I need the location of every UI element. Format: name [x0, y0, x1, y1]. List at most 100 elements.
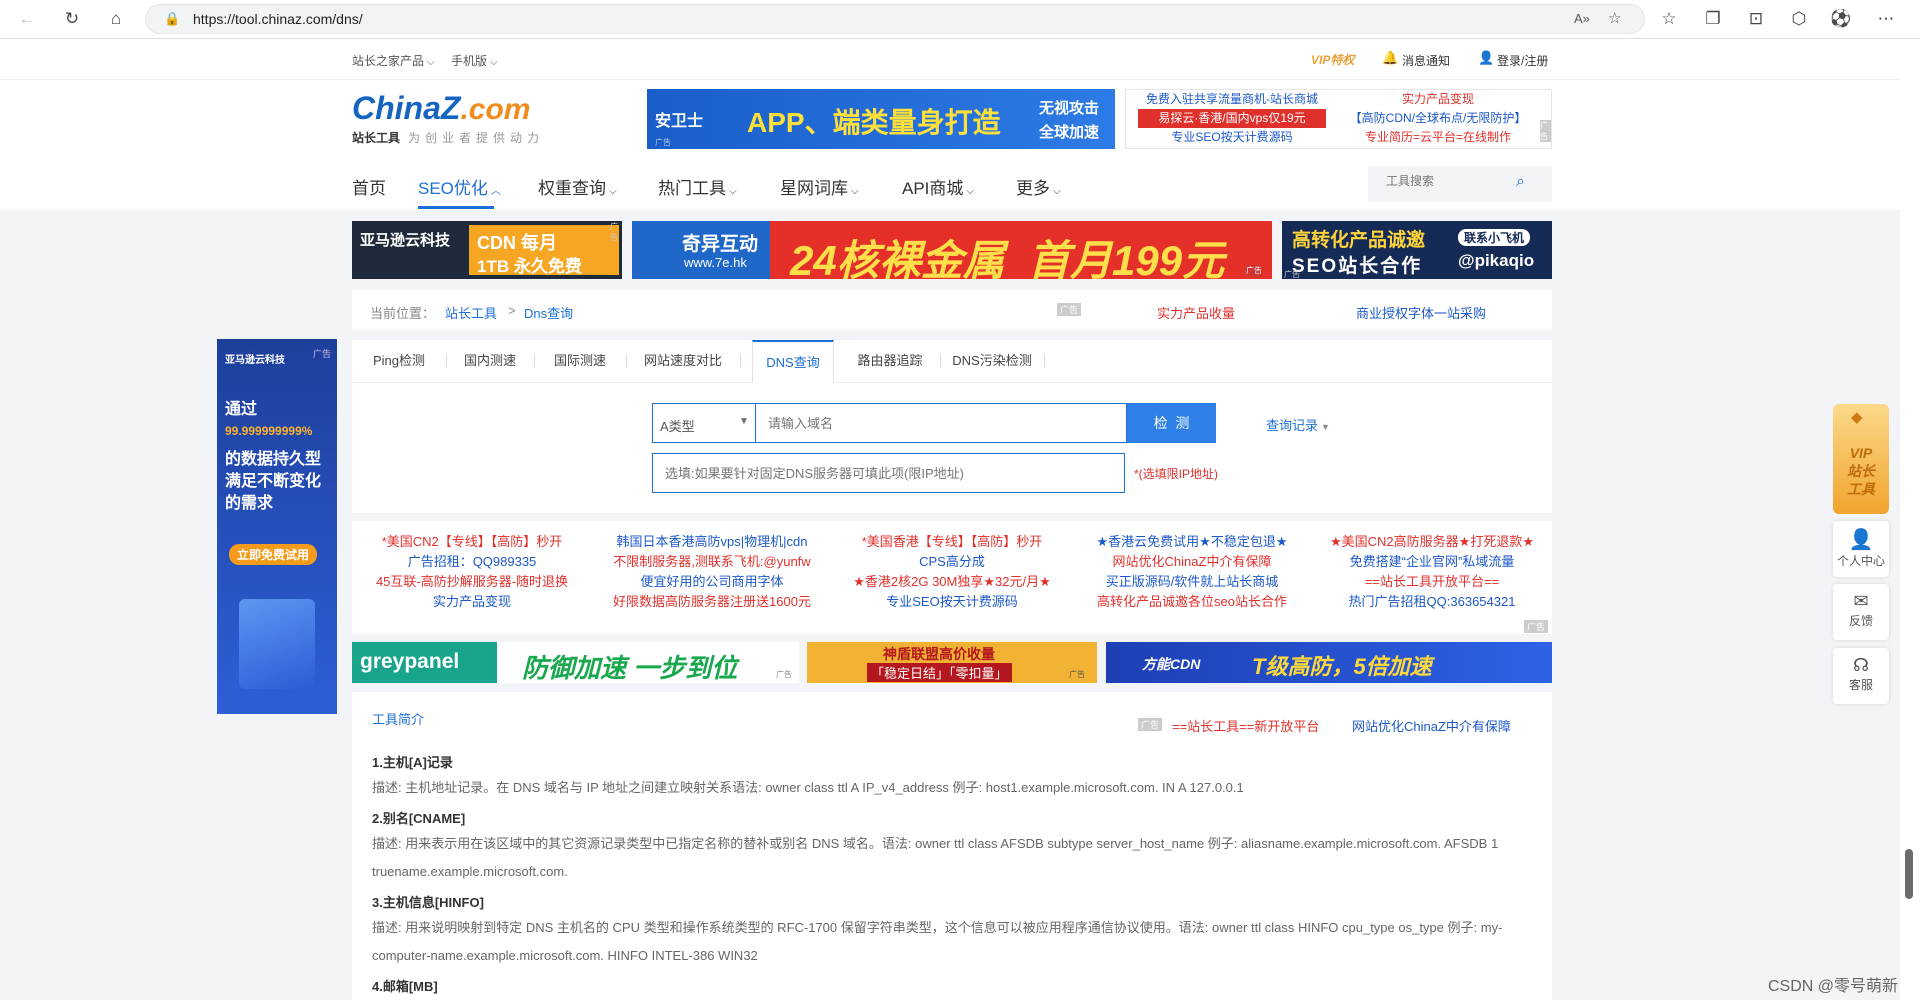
side-ad[interactable]: 亚马逊云科技 广告 通过 99.999999999% 的数据持久型 满足不断变化…	[217, 339, 337, 714]
screenshot-icon[interactable]: ⊡	[1745, 8, 1767, 30]
ad-label: 广告	[1246, 265, 1262, 276]
banner-7e[interactable]: 奇异互动 www.7e.hk 24核裸金属 首月199元 广告	[632, 221, 1272, 279]
text-ad-link[interactable]: 实力产品变现	[352, 592, 592, 612]
nav-words[interactable]: 星网词库 ⌵	[780, 174, 859, 199]
tab-dns-pollution[interactable]: DNS污染检测	[940, 340, 1044, 382]
banner-line2: 「稳定日结」「零扣量」	[867, 663, 1012, 682]
history-link[interactable]: 查询记录 ▼	[1266, 415, 1330, 434]
text-ad-link[interactable]: 高转化产品诚邀各位seo站长合作	[1072, 592, 1312, 612]
nav-weight[interactable]: 权重查询 ⌵	[538, 174, 617, 199]
text-ad-link[interactable]: 实力产品变现	[1338, 90, 1538, 109]
vip-badge[interactable]: ◆ VIP 站长 工具	[1833, 404, 1889, 514]
vip-link[interactable]: VIP特权	[1311, 51, 1354, 68]
nav-api[interactable]: API商城 ⌵	[902, 174, 974, 199]
read-aloud-icon[interactable]: A»	[1574, 11, 1590, 26]
banner-shendun[interactable]: 神盾联盟高价收量 「稳定日结」「零扣量」 广告	[807, 642, 1097, 683]
text-ad-link[interactable]: 不限制服务器,测联系飞机:@yunfw	[592, 552, 832, 572]
chevron-down-icon: ⌵	[851, 186, 859, 197]
text-ad-link[interactable]: ==站长工具开放平台==	[1312, 572, 1552, 592]
tab-traceroute[interactable]: 路由器追踪	[840, 340, 940, 382]
dns-server-input[interactable]	[652, 453, 1125, 493]
ad-label: 广告	[1524, 620, 1549, 633]
back-icon[interactable]: ←	[16, 8, 38, 30]
user-center-button[interactable]: 👤 个人中心	[1833, 521, 1889, 577]
service-label: 客服	[1848, 678, 1873, 692]
text-ad-link[interactable]: 专业简历=云平台=在线制作	[1338, 128, 1538, 147]
breadcrumb-home[interactable]: 站长工具	[445, 303, 497, 322]
text-ad-link[interactable]: 专业SEO按天计费源码	[1126, 128, 1338, 147]
record-type-select[interactable]: A类型 ▼	[652, 403, 756, 443]
domain-input[interactable]	[755, 403, 1127, 443]
extension-icon[interactable]: ⬡	[1788, 8, 1810, 30]
products-menu[interactable]: 站长之家产品 ⌵	[352, 52, 435, 69]
tab-ping[interactable]: Ping检测	[352, 340, 446, 382]
text-ad-link[interactable]: 网站优化ChinaZ中介有保障	[1072, 552, 1312, 572]
collections-icon[interactable]: ❐	[1702, 8, 1724, 30]
more-icon[interactable]: ⋯	[1875, 8, 1897, 30]
text-ad-link[interactable]: 专业SEO按天计费源码	[832, 592, 1072, 612]
intro-ad-link[interactable]: ==站长工具==新开放平台	[1172, 716, 1319, 735]
notify-link[interactable]: 消息通知	[1402, 52, 1450, 69]
breadcrumb-current[interactable]: Dns查询	[524, 303, 573, 322]
tab-speed-compare[interactable]: 网站速度对比	[626, 340, 740, 382]
breadcrumb-ad-link[interactable]: 实力产品收量	[1157, 303, 1235, 322]
text-ad-link[interactable]: 45互联-高防抄解服务器-随时退换	[352, 572, 592, 592]
mobile-label: 手机版	[451, 54, 488, 68]
banner-fn-cdn[interactable]: 方能CDN T级高防，5倍加速	[1106, 642, 1552, 683]
text-ad-link[interactable]: *美国香港【专线】【高防】秒开	[832, 532, 1072, 552]
ad-label: 广告	[313, 349, 332, 359]
logo-sub: 站长工具	[352, 131, 401, 145]
reload-icon[interactable]: ↻	[61, 8, 83, 30]
text-ad-link[interactable]: 广告招租：QQ989335	[352, 552, 592, 572]
site-logo[interactable]: ChinaZ.com 站长工具 为创业者提供动力	[352, 90, 544, 146]
text-ad-link[interactable]: *美国CN2【专线】【高防】秒开	[352, 532, 592, 552]
side-ad-cta[interactable]: 立即免费试用	[229, 544, 318, 565]
search-icon[interactable]: ⌕	[1516, 173, 1525, 191]
text-ad-link[interactable]: 免费搭建“企业官网”私域流量	[1312, 552, 1552, 572]
favorites-icon[interactable]: ☆	[1658, 8, 1680, 30]
header-ad-banner[interactable]: 安卫士 APP、端类量身打造 无视攻击 全球加速 广告	[647, 89, 1115, 149]
login-link[interactable]: 登录/注册	[1497, 52, 1548, 69]
add-favorite-icon[interactable]: ☆	[1608, 9, 1621, 27]
text-ad-link[interactable]: 好限数据高防服务器注册送1600元	[592, 592, 832, 612]
breadcrumb-label: 当前位置：	[370, 306, 436, 321]
page-scrollbar[interactable]	[1900, 39, 1920, 1000]
text-ad-link[interactable]: 韩国日本香港高防vps|物理机|cdn	[592, 532, 832, 552]
banner-line2: SEO站长合作	[1292, 256, 1423, 277]
text-ad-link[interactable]: 免费入驻共享流量商机-站长商城	[1126, 90, 1338, 109]
banner-amazon[interactable]: 亚马逊云科技 CDN 每月 1TB 永久免费 广告	[352, 221, 622, 279]
nav-more[interactable]: 更多 ⌵	[1016, 174, 1061, 199]
check-button[interactable]: 检 测	[1127, 403, 1216, 443]
url-text[interactable]: https://tool.chinaz.com/dns/	[193, 11, 363, 27]
tab-dns[interactable]: DNS查询	[752, 340, 834, 383]
text-ad-link[interactable]: 便宜好用的公司商用字体	[592, 572, 832, 592]
home-icon[interactable]: ⌂	[105, 8, 127, 30]
tab-domestic-speed[interactable]: 国内测速	[446, 340, 534, 382]
text-ad-link[interactable]: ★美国CN2高防服务器★打死退款★	[1312, 532, 1552, 552]
ad-label: 广告	[776, 670, 792, 679]
nav-home[interactable]: 首页	[352, 174, 386, 199]
text-ad-link[interactable]: 热门广告招租QQ:363654321	[1312, 592, 1552, 612]
service-button[interactable]: ☊ 客服	[1833, 648, 1889, 704]
text-ad-link[interactable]: ★香港2核2G 30M独享★32元/月★	[832, 572, 1072, 592]
breadcrumb: 当前位置： 站长工具 > Dns查询 广告 实力产品收量 商业授权字体一站采购	[352, 290, 1552, 330]
intro-ad-link[interactable]: 网站优化ChinaZ中介有保障	[1352, 716, 1511, 735]
profile-icon[interactable]: ⚽	[1830, 8, 1852, 30]
nav-hot-tools[interactable]: 热门工具 ⌵	[658, 174, 737, 199]
header-ad-tag2: 全球加速	[1039, 124, 1100, 141]
text-ad-link[interactable]: ★香港云免费试用★不稳定包退★	[1072, 532, 1312, 552]
feedback-button[interactable]: ✉ 反馈	[1833, 584, 1889, 640]
address-bar[interactable]: 🔒 https://tool.chinaz.com/dns/ A» ☆	[145, 4, 1645, 34]
nav-seo[interactable]: SEO优化 ︿	[418, 174, 501, 199]
tool-search-input[interactable]	[1386, 174, 1506, 188]
tab-international-speed[interactable]: 国际测速	[534, 340, 626, 382]
mobile-menu[interactable]: 手机版 ⌵	[451, 52, 498, 69]
text-ad-link[interactable]: 【高防CDN/全球布点/无限防护】	[1338, 109, 1538, 128]
banner-greypanel[interactable]: greypanel 防御加速 一步到位 广告	[352, 642, 799, 683]
banner-seo[interactable]: 高转化产品诚邀 SEO站长合作 联系小飞机 @pikaqio 广告	[1282, 221, 1552, 279]
ad-label: 广告	[1540, 120, 1551, 142]
text-ad-link[interactable]: 买正版源码/软件就上站长商城	[1072, 572, 1312, 592]
text-ad-link[interactable]: CPS高分成	[832, 552, 1072, 572]
breadcrumb-ad-link[interactable]: 商业授权字体一站采购	[1356, 303, 1486, 322]
text-ad-link[interactable]: 易探云·香港/国内vps仅19元	[1138, 109, 1326, 128]
